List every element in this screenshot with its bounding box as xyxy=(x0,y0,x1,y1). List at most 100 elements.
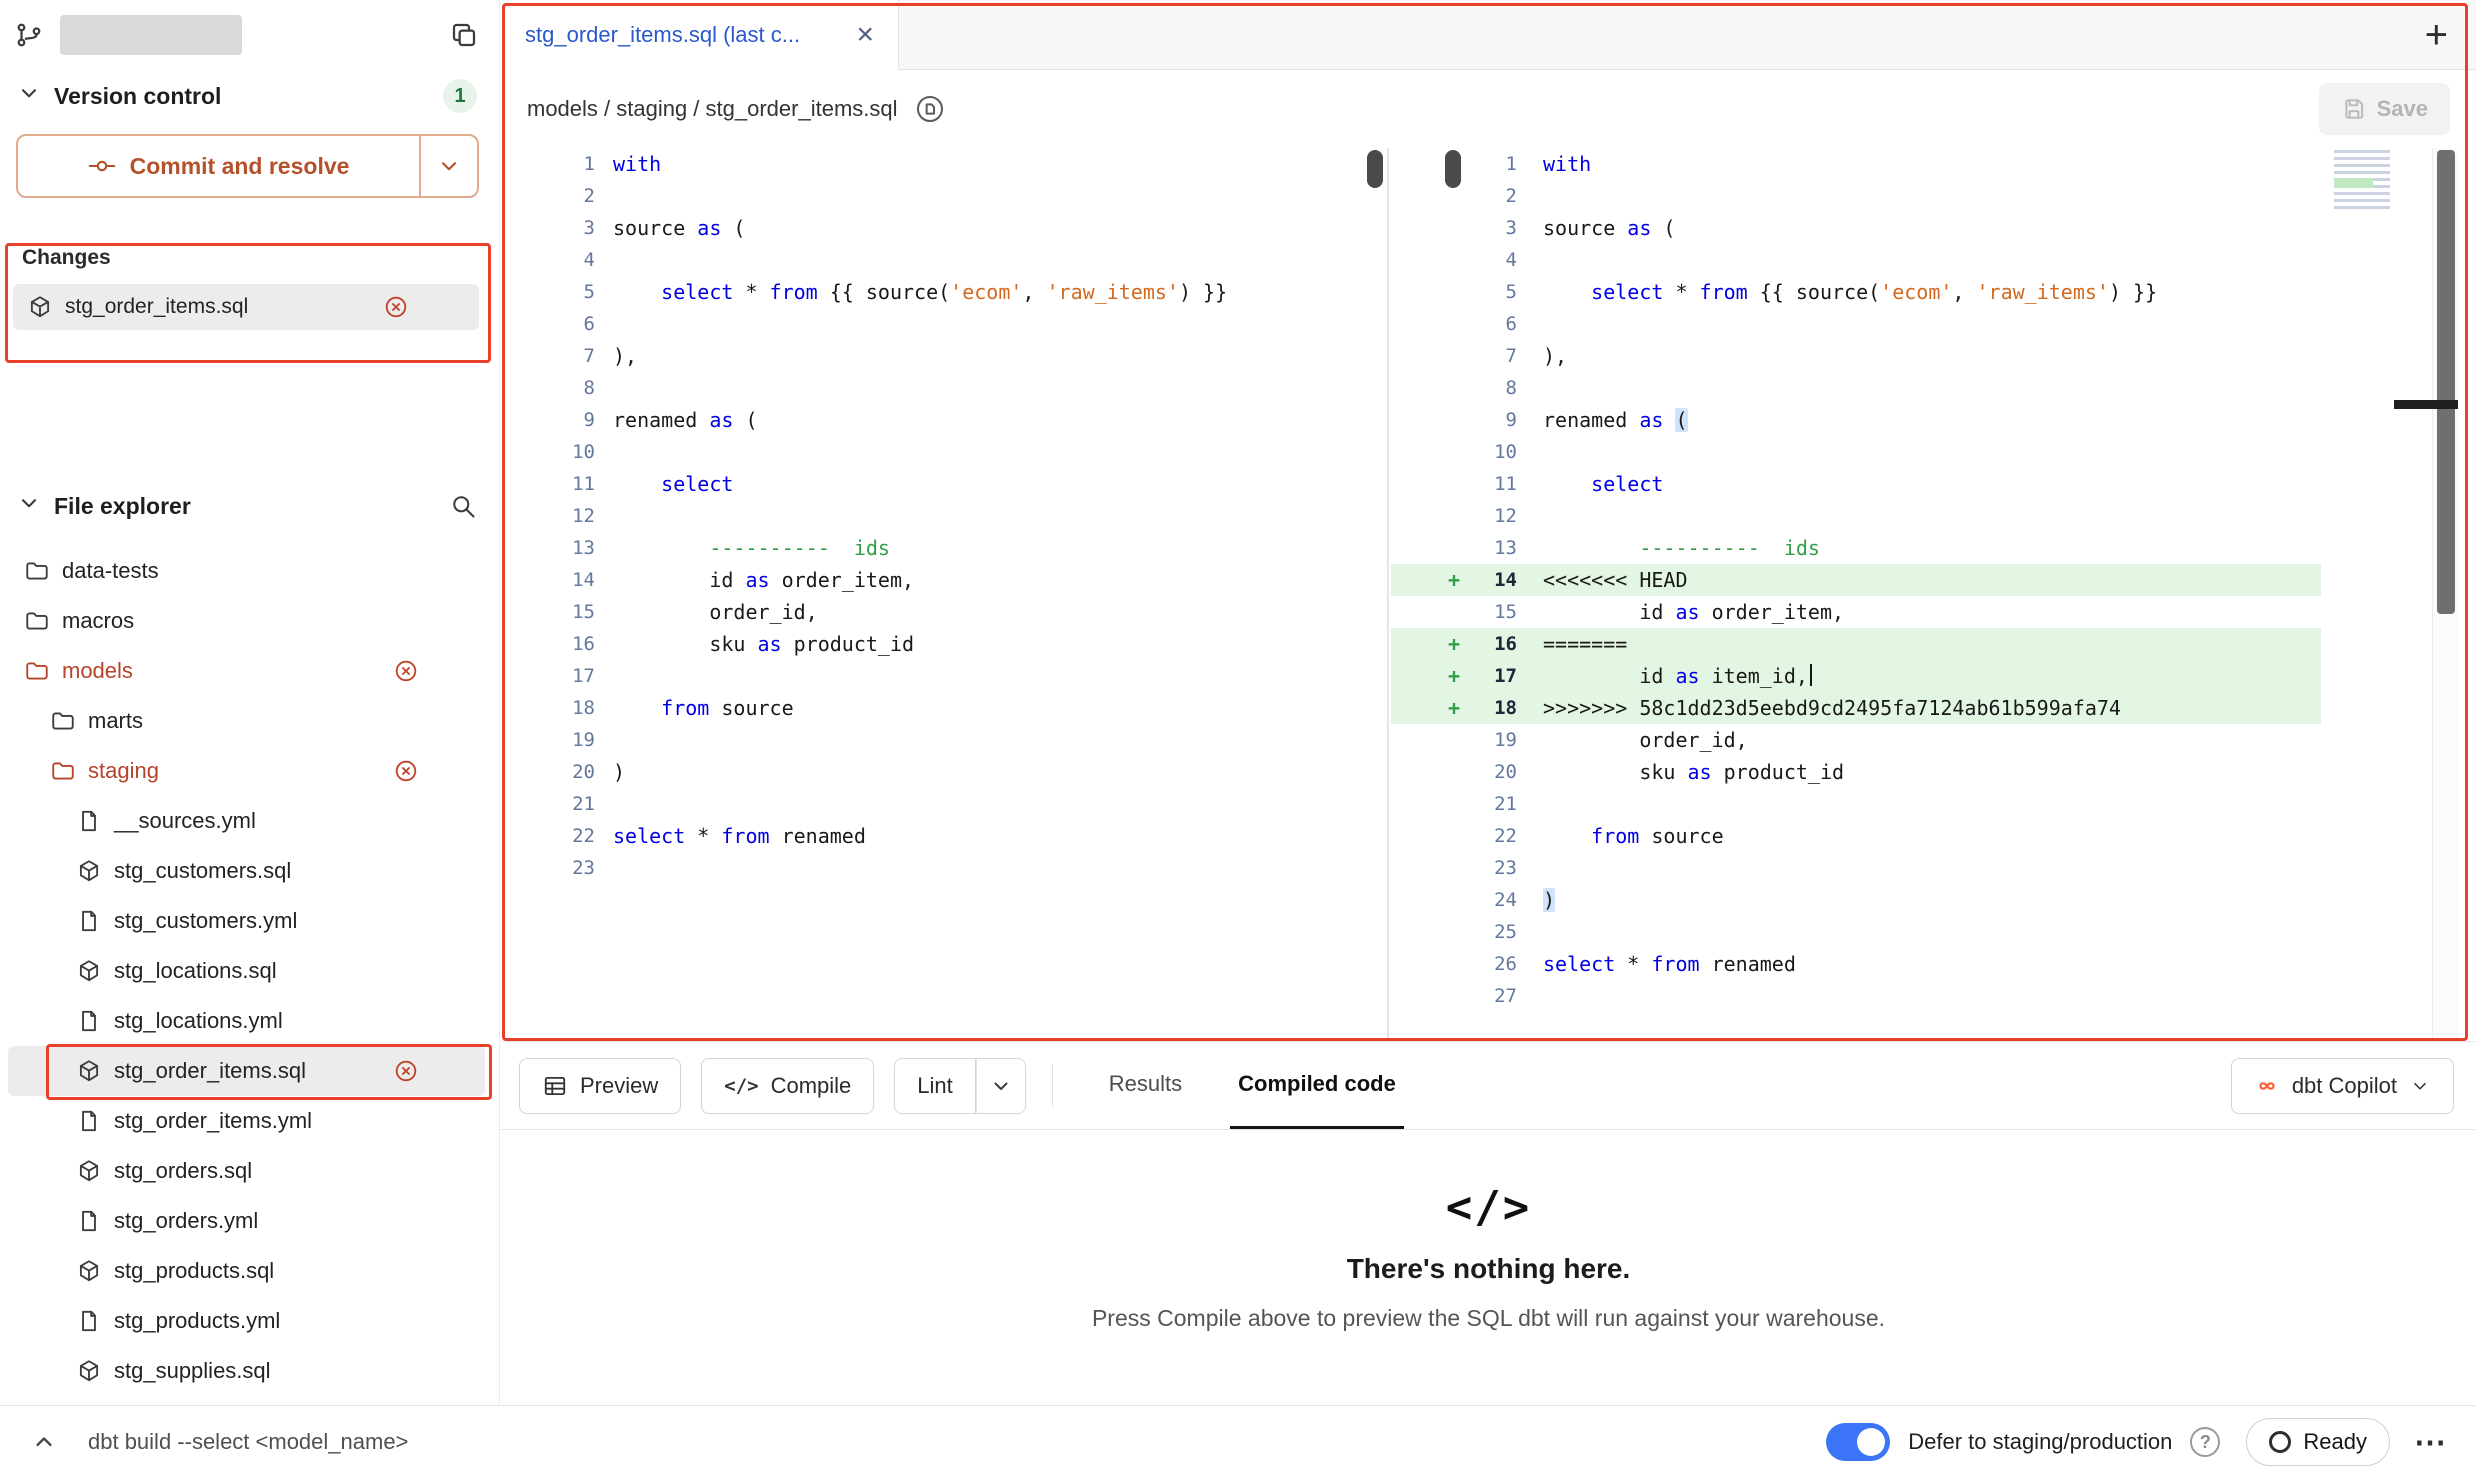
code-line[interactable]: 15 id as order_item, xyxy=(1391,596,2321,628)
file-tree-item-marts[interactable]: marts xyxy=(8,696,485,746)
code-line[interactable]: +17 id as item_id, xyxy=(1391,660,2321,692)
defer-toggle[interactable] xyxy=(1826,1423,1890,1461)
copy-path-icon[interactable] xyxy=(914,93,946,125)
close-tab-icon[interactable]: × xyxy=(856,20,874,50)
dbt-copilot-button[interactable]: dbt Copilot xyxy=(2231,1058,2454,1114)
file-tree-item-models[interactable]: models xyxy=(8,646,485,696)
code-line[interactable]: 17 xyxy=(501,660,1387,692)
commit-options-dropdown[interactable] xyxy=(419,136,477,196)
branch-name-placeholder[interactable] xyxy=(60,15,242,55)
file-tree-item-stg_products.sql[interactable]: stg_products.sql xyxy=(8,1246,485,1296)
code-line[interactable]: 6 xyxy=(1391,308,2321,340)
code-line[interactable]: 3source as ( xyxy=(1391,212,2321,244)
code-line[interactable]: 14 id as order_item, xyxy=(501,564,1387,596)
code-line[interactable]: 11 select xyxy=(501,468,1387,500)
discard-changes-icon[interactable] xyxy=(393,758,419,784)
file-tree-item-stg_products.yml[interactable]: stg_products.yml xyxy=(8,1296,485,1346)
code-line[interactable]: 26select * from renamed xyxy=(1391,948,2321,980)
code-line[interactable]: 2 xyxy=(501,180,1387,212)
commit-and-resolve-button[interactable]: Commit and resolve xyxy=(18,136,419,196)
code-line[interactable]: 6 xyxy=(501,308,1387,340)
code-line[interactable]: 10 xyxy=(501,436,1387,468)
code-line[interactable]: 9renamed as ( xyxy=(1391,404,2321,436)
discard-changes-icon[interactable] xyxy=(383,294,409,320)
code-line[interactable]: 9renamed as ( xyxy=(501,404,1387,436)
save-button[interactable]: Save xyxy=(2319,83,2450,135)
changed-file-item[interactable]: stg_order_items.sql xyxy=(13,284,479,330)
expand-panel-icon[interactable] xyxy=(30,1428,58,1456)
file-tree-item-stg_order_items.sql[interactable]: stg_order_items.sql xyxy=(8,1046,485,1096)
lint-button[interactable]: Lint xyxy=(894,1058,975,1114)
code-line[interactable]: 19 order_id, xyxy=(1391,724,2321,756)
code-line[interactable]: 15 order_id, xyxy=(501,596,1387,628)
copy-icon[interactable] xyxy=(449,20,479,50)
code-line[interactable]: 8 xyxy=(501,372,1387,404)
code-line[interactable]: 20 sku as product_id xyxy=(1391,756,2321,788)
code-line[interactable]: 4 xyxy=(1391,244,2321,276)
file-tree-item-stg_customers.sql[interactable]: stg_customers.sql xyxy=(8,846,485,896)
code-line[interactable]: 10 xyxy=(1391,436,2321,468)
code-line[interactable]: 16 sku as product_id xyxy=(501,628,1387,660)
file-tree-item-stg_supplies.sql[interactable]: stg_supplies.sql xyxy=(8,1346,485,1396)
file-tree-item-staging[interactable]: staging xyxy=(8,746,485,796)
vertical-scrollbar[interactable] xyxy=(2432,148,2458,1041)
code-line[interactable]: 25 xyxy=(1391,916,2321,948)
code-line[interactable]: 5 select * from {{ source('ecom', 'raw_i… xyxy=(501,276,1387,308)
code-line[interactable]: 22 from source xyxy=(1391,820,2321,852)
file-explorer-header[interactable]: File explorer xyxy=(0,480,499,532)
tab-compiled-code[interactable]: Compiled code xyxy=(1230,1042,1404,1129)
tab-results[interactable]: Results xyxy=(1101,1042,1190,1129)
code-line[interactable]: 1with xyxy=(501,148,1387,180)
preview-button[interactable]: Preview xyxy=(519,1058,681,1114)
minimap[interactable] xyxy=(2334,150,2390,212)
editor-tab[interactable]: stg_order_items.sql (last c... × xyxy=(501,0,899,70)
more-options-button[interactable]: ⋯ xyxy=(2414,1423,2446,1461)
code-line[interactable]: +16======= xyxy=(1391,628,2321,660)
code-line[interactable]: 24) xyxy=(1391,884,2321,916)
file-tree-item-stg_locations.sql[interactable]: stg_locations.sql xyxy=(8,946,485,996)
discard-changes-icon[interactable] xyxy=(393,1058,419,1084)
code-line[interactable]: 4 xyxy=(501,244,1387,276)
file-tree-item-data-tests[interactable]: data-tests xyxy=(8,546,485,596)
code-line[interactable]: 27 xyxy=(1391,980,2321,1012)
code-line[interactable]: 11 select xyxy=(1391,468,2321,500)
branch-icon[interactable] xyxy=(14,20,44,50)
file-tree-item-__sources.yml[interactable]: __sources.yml xyxy=(8,796,485,846)
file-tree-item-stg_locations.yml[interactable]: stg_locations.yml xyxy=(8,996,485,1046)
code-line[interactable]: 19 xyxy=(501,724,1387,756)
lint-dropdown[interactable] xyxy=(976,1058,1026,1114)
code-line[interactable]: 7), xyxy=(1391,340,2321,372)
code-line[interactable]: 20) xyxy=(501,756,1387,788)
version-control-header[interactable]: Version control 1 xyxy=(0,70,499,122)
search-icon[interactable] xyxy=(449,492,477,520)
new-tab-button[interactable]: + xyxy=(2425,0,2448,70)
code-line[interactable]: 3source as ( xyxy=(501,212,1387,244)
code-line[interactable]: 5 select * from {{ source('ecom', 'raw_i… xyxy=(1391,276,2321,308)
code-line[interactable]: 1with xyxy=(1391,148,2321,180)
compile-button[interactable]: </> Compile xyxy=(701,1058,874,1114)
code-line[interactable]: 7), xyxy=(501,340,1387,372)
code-line[interactable]: 13 ---------- ids xyxy=(501,532,1387,564)
code-line[interactable]: 12 xyxy=(501,500,1387,532)
code-line[interactable]: 18 from source xyxy=(501,692,1387,724)
scrollbar-thumb[interactable] xyxy=(2437,150,2455,614)
file-tree-item-stg_orders.yml[interactable]: stg_orders.yml xyxy=(8,1196,485,1246)
code-line[interactable]: 8 xyxy=(1391,372,2321,404)
file-tree-item-stg_orders.sql[interactable]: stg_orders.sql xyxy=(8,1146,485,1196)
code-line[interactable]: 23 xyxy=(501,852,1387,884)
file-tree-item-stg_order_items.yml[interactable]: stg_order_items.yml xyxy=(8,1096,485,1146)
code-line[interactable]: 12 xyxy=(1391,500,2321,532)
file-tree-item-macros[interactable]: macros xyxy=(8,596,485,646)
status-ready-badge[interactable]: Ready xyxy=(2246,1418,2390,1466)
code-line[interactable]: 21 xyxy=(501,788,1387,820)
help-icon[interactable]: ? xyxy=(2190,1427,2220,1457)
code-line[interactable]: 13 ---------- ids xyxy=(1391,532,2321,564)
scrollbar-thumb-right-pane[interactable] xyxy=(1445,150,1461,188)
file-tree-item-stg_customers.yml[interactable]: stg_customers.yml xyxy=(8,896,485,946)
scrollbar-thumb-left-pane[interactable] xyxy=(1367,150,1383,188)
code-line[interactable]: 23 xyxy=(1391,852,2321,884)
code-line[interactable]: +14<<<<<<< HEAD xyxy=(1391,564,2321,596)
discard-changes-icon[interactable] xyxy=(393,658,419,684)
code-line[interactable]: +18>>>>>>> 58c1dd23d5eebd9cd2495fa7124ab… xyxy=(1391,692,2321,724)
code-line[interactable]: 2 xyxy=(1391,180,2321,212)
